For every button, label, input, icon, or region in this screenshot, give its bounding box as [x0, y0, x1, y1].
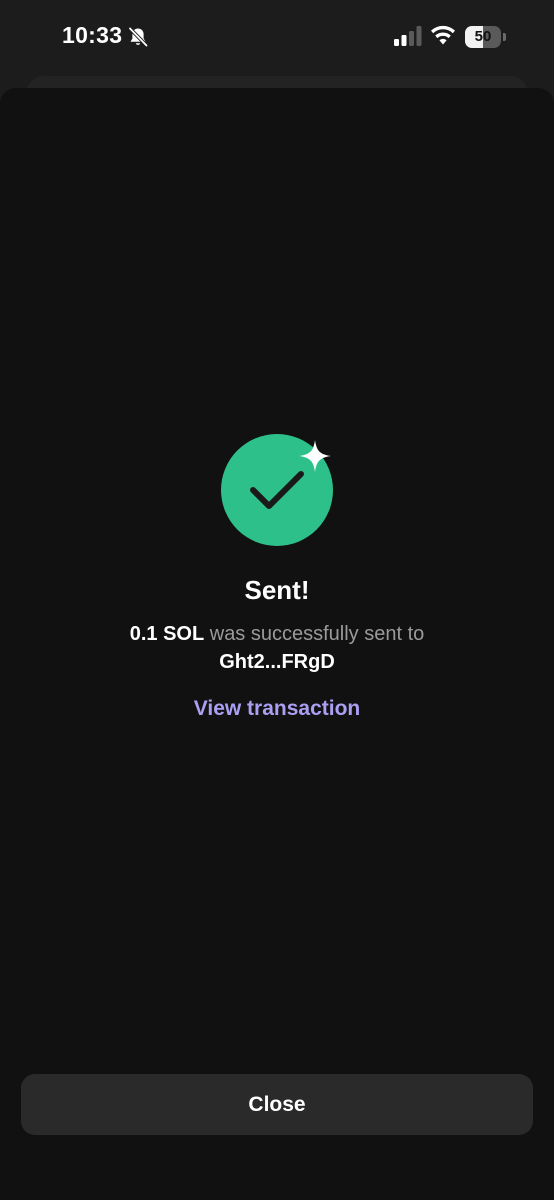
- result-title: Sent!: [244, 575, 310, 605]
- sent-amount: 0.1 SOL: [129, 623, 205, 645]
- message-text: was successfully sent to: [204, 623, 425, 645]
- bell-slash-icon: [128, 27, 148, 47]
- result-message: 0.1 SOL was successfully sent to Ght2...…: [60, 620, 494, 676]
- recipient-address: Ght2...FRgD: [219, 651, 335, 673]
- status-time: 10:33: [62, 22, 123, 48]
- view-transaction-link[interactable]: View transaction: [0, 697, 554, 721]
- cellular-signal-icon: [394, 26, 422, 46]
- screen: 10:33 50 Sent! 0.1 SOL was successfully …: [0, 0, 554, 1200]
- battery-icon: 50: [465, 26, 507, 48]
- battery-body: 50: [465, 26, 501, 48]
- status-bar: 10:33 50: [0, 0, 554, 76]
- battery-tip: [503, 33, 506, 41]
- close-button[interactable]: Close: [21, 1074, 533, 1135]
- battery-level: 50: [474, 28, 492, 45]
- sparkle-icon: [299, 440, 331, 472]
- wifi-icon: [431, 25, 455, 45]
